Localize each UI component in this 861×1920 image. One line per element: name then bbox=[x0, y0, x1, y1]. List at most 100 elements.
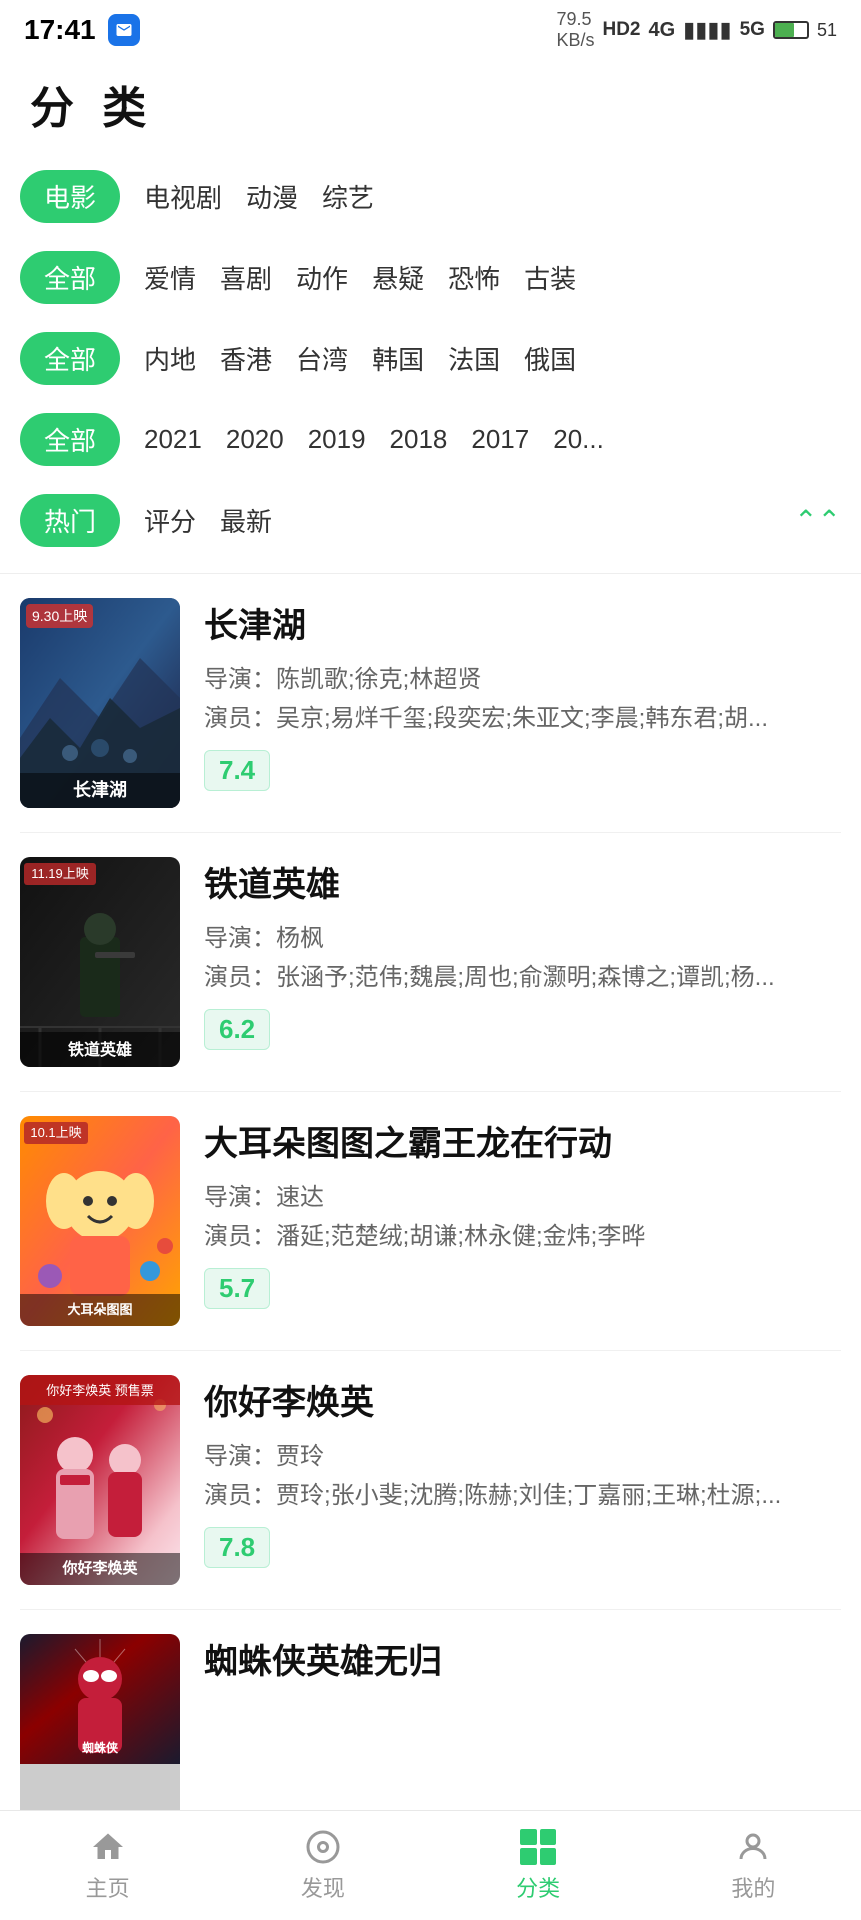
movie-poster-4: 你好李焕英 预售票 你好李焕英 bbox=[20, 1375, 180, 1585]
filter-item-2019[interactable]: 2019 bbox=[308, 424, 366, 455]
movie-title-3: 大耳朵图图之霸王龙在行动 bbox=[204, 1116, 841, 1165]
movie-cast-2: 演员：张涵予;范伟;魏晨;周也;俞灏明;森博之;谭凯;杨... bbox=[204, 961, 841, 995]
nav-label-home: 主页 bbox=[86, 1871, 130, 1903]
svg-text:铁道英雄: 铁道英雄 bbox=[68, 1040, 132, 1059]
status-time: 17:41 bbox=[24, 14, 96, 46]
home-icon bbox=[90, 1829, 126, 1865]
5g-badge: 5G bbox=[740, 19, 765, 41]
filter-item-older[interactable]: 20... bbox=[553, 424, 604, 455]
battery-icon bbox=[773, 21, 809, 39]
filter-row-year: 全部 2021 2020 2019 2018 2017 20... bbox=[20, 399, 841, 480]
movie-info-3: 大耳朵图图之霸王龙在行动 导演：速达 演员：潘延;范楚绒;胡谦;林永健;金炜;李… bbox=[204, 1116, 841, 1309]
filter-chip-all-region[interactable]: 全部 bbox=[20, 332, 120, 385]
battery-percent: 51 bbox=[817, 20, 837, 41]
filter-item-comedy[interactable]: 喜剧 bbox=[220, 259, 272, 296]
filter-item-2017[interactable]: 2017 bbox=[471, 424, 529, 455]
svg-text:10.1上映: 10.1上映 bbox=[30, 1125, 81, 1140]
movie-item-1[interactable]: 9.30上映 bbox=[20, 574, 841, 833]
status-icons: 79.5KB/s HD2 4G ▮▮▮▮ 5G 51 bbox=[556, 9, 837, 51]
bottom-nav: 主页 发现 分类 我的 bbox=[0, 1810, 861, 1920]
collapse-icon[interactable]: ⌃⌃ bbox=[794, 504, 841, 537]
filter-row-genre: 全部 爱情 喜剧 动作 悬疑 恐怖 古装 bbox=[20, 237, 841, 318]
nav-item-discover[interactable]: 发现 bbox=[215, 1829, 430, 1903]
movie-title-2: 铁道英雄 bbox=[204, 857, 841, 906]
movie-info-2: 铁道英雄 导演：杨枫 演员：张涵予;范伟;魏晨;周也;俞灏明;森博之;谭凯;杨.… bbox=[204, 857, 841, 1050]
movie-rating-3: 5.7 bbox=[204, 1268, 270, 1309]
filter-item-anime[interactable]: 动漫 bbox=[246, 178, 298, 215]
filter-row-type: 电影 电视剧 动漫 综艺 bbox=[20, 156, 841, 237]
filter-row-region: 全部 内地 香港 台湾 韩国 法国 俄国 bbox=[20, 318, 841, 399]
movie-item-3[interactable]: 大耳朵图图 10.1上映 大耳朵图图之霸王龙在行动 导演：速达 演员：潘延;范楚… bbox=[20, 1092, 841, 1351]
app-notification-icon bbox=[108, 14, 140, 46]
filter-item-2020[interactable]: 2020 bbox=[226, 424, 284, 455]
svg-text:你好李焕英 预售票: 你好李焕英 预售票 bbox=[46, 1383, 154, 1398]
svg-text:蜘蛛侠: 蜘蛛侠 bbox=[82, 1740, 119, 1755]
filter-item-variety[interactable]: 综艺 bbox=[322, 178, 374, 215]
movie-title-1: 长津湖 bbox=[204, 598, 841, 647]
page-title: 分 类 bbox=[0, 56, 861, 156]
filter-section: 电影 电视剧 动漫 综艺 全部 爱情 喜剧 动作 悬疑 恐怖 古装 全部 内地 … bbox=[0, 156, 861, 574]
movie-info-1: 长津湖 导演：陈凯歌;徐克;林超贤 演员：吴京;易烊千玺;段奕宏;朱亚文;李晨;… bbox=[204, 598, 841, 791]
filter-item-tv[interactable]: 电视剧 bbox=[144, 178, 222, 215]
hd2-badge: HD2 bbox=[602, 19, 640, 41]
movie-title-5: 蜘蛛侠英雄无归 bbox=[204, 1634, 841, 1683]
svg-text:长津湖: 长津湖 bbox=[73, 779, 127, 800]
filter-item-action[interactable]: 动作 bbox=[296, 259, 348, 296]
movie-item-4[interactable]: 你好李焕英 预售票 你好李焕英 你好李焕英 导演：贾玲 演员：贾玲;张小斐;沈腾… bbox=[20, 1351, 841, 1610]
network-4g: 4G bbox=[648, 19, 675, 42]
filter-chip-movie[interactable]: 电影 bbox=[20, 170, 120, 223]
filter-item-korea[interactable]: 韩国 bbox=[372, 340, 424, 377]
movie-cast-1: 演员：吴京;易烊千玺;段奕宏;朱亚文;李晨;韩东君;胡... bbox=[204, 702, 841, 736]
movie-cast-4: 演员：贾玲;张小斐;沈腾;陈赫;刘佳;丁嘉丽;王琳;杜源;... bbox=[204, 1479, 841, 1513]
nav-item-category[interactable]: 分类 bbox=[431, 1829, 646, 1903]
movie-poster-1: 9.30上映 bbox=[20, 598, 180, 808]
movie-list: 9.30上映 bbox=[0, 574, 861, 1861]
nav-label-discover: 发现 bbox=[301, 1871, 345, 1903]
movie-rating-1: 7.4 bbox=[204, 750, 270, 791]
filter-item-2018[interactable]: 2018 bbox=[390, 424, 448, 455]
filter-item-costume[interactable]: 古装 bbox=[524, 259, 576, 296]
signal-icon: ▮▮▮▮ bbox=[683, 17, 731, 43]
filter-item-mainland[interactable]: 内地 bbox=[144, 340, 196, 377]
movie-info-4: 你好李焕英 导演：贾玲 演员：贾玲;张小斐;沈腾;陈赫;刘佳;丁嘉丽;王琳;杜源… bbox=[204, 1375, 841, 1568]
movie-director-3: 导演：速达 bbox=[204, 1177, 841, 1212]
movie-poster-3: 大耳朵图图 10.1上映 bbox=[20, 1116, 180, 1326]
svg-text:你好李焕英: 你好李焕英 bbox=[61, 1559, 138, 1577]
filter-chip-all-year[interactable]: 全部 bbox=[20, 413, 120, 466]
movie-cast-3: 演员：潘延;范楚绒;胡谦;林永健;金炜;李晔 bbox=[204, 1220, 841, 1254]
discover-icon bbox=[305, 1829, 341, 1865]
filter-item-taiwan[interactable]: 台湾 bbox=[296, 340, 348, 377]
movie-rating-2: 6.2 bbox=[204, 1009, 270, 1050]
movie-director-2: 导演：杨枫 bbox=[204, 918, 841, 953]
filter-chip-hot[interactable]: 热门 bbox=[20, 494, 120, 547]
svg-text:11.19上映: 11.19上映 bbox=[31, 866, 89, 881]
nav-item-profile[interactable]: 我的 bbox=[646, 1829, 861, 1903]
nav-label-profile: 我的 bbox=[731, 1871, 775, 1903]
nav-item-home[interactable]: 主页 bbox=[0, 1829, 215, 1903]
movie-director-1: 导演：陈凯歌;徐克;林超贤 bbox=[204, 659, 841, 694]
filter-item-france[interactable]: 法国 bbox=[448, 340, 500, 377]
filter-item-rating[interactable]: 评分 bbox=[144, 502, 196, 539]
profile-icon bbox=[735, 1829, 771, 1865]
poster-badge-1: 9.30上映 bbox=[26, 604, 93, 628]
speed-text: 79.5KB/s bbox=[556, 9, 594, 51]
movie-info-5: 蜘蛛侠英雄无归 bbox=[204, 1634, 841, 1695]
svg-text:大耳朵图图: 大耳朵图图 bbox=[67, 1302, 132, 1317]
filter-item-2021[interactable]: 2021 bbox=[144, 424, 202, 455]
status-bar: 17:41 79.5KB/s HD2 4G ▮▮▮▮ 5G 51 bbox=[0, 0, 861, 56]
movie-item-2[interactable]: 铁道英雄 11.19上映 铁道英雄 导演：杨枫 演员：张涵予;范伟;魏晨;周也;… bbox=[20, 833, 841, 1092]
filter-item-newest[interactable]: 最新 bbox=[220, 502, 272, 539]
filter-chip-all-genre[interactable]: 全部 bbox=[20, 251, 120, 304]
movie-director-4: 导演：贾玲 bbox=[204, 1436, 841, 1471]
movie-poster-2: 铁道英雄 11.19上映 bbox=[20, 857, 180, 1067]
movie-title-4: 你好李焕英 bbox=[204, 1375, 841, 1424]
movie-rating-4: 7.8 bbox=[204, 1527, 270, 1568]
category-icon bbox=[520, 1829, 556, 1865]
filter-item-thriller[interactable]: 悬疑 bbox=[372, 259, 424, 296]
filter-item-russia[interactable]: 俄国 bbox=[524, 340, 576, 377]
filter-item-romance[interactable]: 爱情 bbox=[144, 259, 196, 296]
filter-item-hongkong[interactable]: 香港 bbox=[220, 340, 272, 377]
filter-item-horror[interactable]: 恐怖 bbox=[448, 259, 500, 296]
filter-row-sort: 热门 评分 最新 ⌃⌃ bbox=[20, 480, 841, 561]
nav-label-category: 分类 bbox=[516, 1871, 560, 1903]
